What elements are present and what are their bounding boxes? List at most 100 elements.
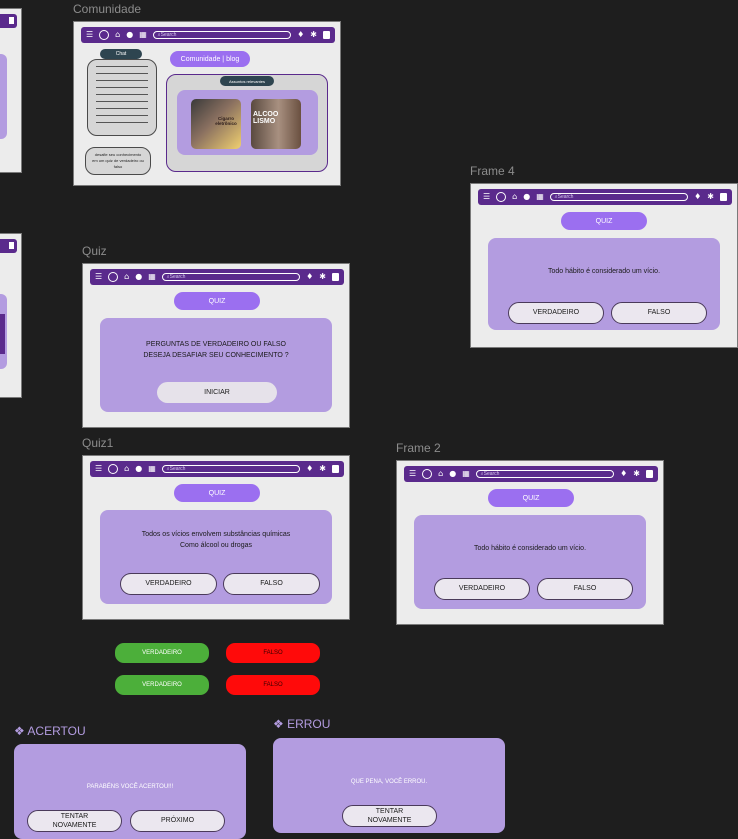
chart-icon[interactable]: ▦	[462, 470, 470, 478]
gear-icon[interactable]: ✱	[707, 193, 714, 201]
true-state-button[interactable]: VERDADEIRO	[115, 675, 209, 695]
chart-icon[interactable]: ▦	[139, 31, 147, 39]
nav-bar: ☰ ⌂ ● ▦ ⌕ Search ♦ ✱	[404, 466, 658, 482]
blog-button[interactable]: Comunidade | blog	[170, 51, 250, 67]
nav-bar: ☰ ⌂ ● ▦ ⌕ Search ♦ ✱	[478, 189, 732, 205]
logo-icon[interactable]	[99, 30, 110, 40]
frame-label-comunidade: Comunidade	[73, 2, 142, 16]
gear-icon[interactable]: ✱	[633, 470, 640, 478]
bell-icon[interactable]: ♦	[694, 193, 701, 201]
partial-card	[0, 54, 7, 139]
chat-panel[interactable]	[87, 59, 157, 136]
frame-label-frame4: Frame 4	[470, 164, 515, 178]
frame-frame4: ☰ ⌂ ● ▦ ⌕ Search ♦ ✱ QUIZ Todo hábito é …	[470, 183, 738, 348]
nav-bar: ☰ ⌂ ● ▦ ⌕ Search ♦ ✱	[90, 269, 344, 285]
logo-icon[interactable]	[422, 469, 433, 479]
quiz-pill: QUIZ	[174, 292, 260, 310]
nav-bar: ☰ ⌂ ● ▦ ⌕ Search ♦ ✱	[81, 27, 335, 43]
errou-message: QUE PENA, VOCÊ ERROU.	[350, 779, 428, 785]
exit-icon[interactable]	[720, 193, 727, 201]
location-icon[interactable]: ●	[126, 31, 133, 39]
partial-frame-bottom	[0, 233, 22, 398]
exit-icon	[9, 17, 14, 24]
true-state-button[interactable]: VERDADEIRO	[115, 643, 209, 663]
search-input[interactable]: ⌕ Search	[161, 273, 301, 281]
quiz-pill: QUIZ	[174, 484, 260, 502]
question-text: Todos os vícios envolvem substâncias quí…	[141, 531, 291, 549]
exit-icon[interactable]	[332, 273, 339, 281]
menu-icon[interactable]: ☰	[86, 31, 93, 39]
true-button[interactable]: VERDADEIRO	[120, 573, 217, 595]
frame-quiz: ☰ ⌂ ● ▦ ⌕ Search ♦ ✱ QUIZ PERGUNTAS DE V…	[82, 263, 350, 428]
gear-icon[interactable]: ✱	[310, 31, 317, 39]
challenge-text: desafie seu conhecimento em um quiz de v…	[92, 152, 144, 169]
chart-icon[interactable]: ▦	[536, 193, 544, 201]
menu-icon[interactable]: ☰	[95, 273, 102, 281]
chat-header: Chat	[100, 49, 142, 59]
chart-icon[interactable]: ▦	[148, 273, 156, 281]
false-state-button[interactable]: FALSO	[226, 643, 320, 663]
question-text: Todo hábito é considerado um vício.	[473, 545, 587, 552]
topic-card-cigarro-title: Cigarro eletrônico	[215, 116, 237, 126]
home-icon[interactable]: ⌂	[438, 470, 443, 478]
true-button[interactable]: VERDADEIRO	[434, 578, 530, 600]
false-button[interactable]: FALSO	[223, 573, 320, 595]
logo-icon[interactable]	[108, 464, 119, 474]
location-icon[interactable]: ●	[135, 465, 142, 473]
search-input[interactable]: ⌕ Search	[475, 470, 615, 478]
retry-button[interactable]: TENTAR NOVAMENTE	[27, 810, 122, 832]
menu-icon[interactable]: ☰	[483, 193, 490, 201]
frame-label-quiz1: Quiz1	[82, 436, 114, 450]
logo-icon[interactable]	[496, 192, 507, 202]
home-icon[interactable]: ⌂	[512, 193, 517, 201]
quiz-pill: QUIZ	[488, 489, 574, 507]
next-button[interactable]: PRÓXIMO	[130, 810, 225, 832]
topic-card-alcoolismo-title: ALCOOLISMO	[253, 111, 279, 125]
false-button[interactable]: FALSO	[537, 578, 633, 600]
frame-frame2: ☰ ⌂ ● ▦ ⌕ Search ♦ ✱ QUIZ Todo hábito é …	[396, 460, 664, 625]
logo-icon[interactable]	[108, 272, 119, 282]
partial-frame-top	[0, 8, 22, 173]
home-icon[interactable]: ⌂	[124, 465, 129, 473]
location-icon[interactable]: ●	[523, 193, 530, 201]
exit-icon[interactable]	[646, 470, 653, 478]
topics-header: Assuntos relevantes	[220, 76, 274, 86]
exit-icon	[9, 242, 14, 249]
exit-icon[interactable]	[332, 465, 339, 473]
acertou-label: ❖ ACERTOU	[14, 724, 86, 738]
bell-icon[interactable]: ♦	[297, 31, 304, 39]
true-button[interactable]: VERDADEIRO	[508, 302, 604, 324]
menu-icon[interactable]: ☰	[409, 470, 416, 478]
quiz-pill: QUIZ	[561, 212, 647, 230]
frame-quiz1: ☰ ⌂ ● ▦ ⌕ Search ♦ ✱ QUIZ Todos os vício…	[82, 455, 350, 620]
home-icon[interactable]: ⌂	[124, 273, 129, 281]
frame-label-frame2: Frame 2	[396, 441, 441, 455]
home-icon[interactable]: ⌂	[115, 31, 120, 39]
question-text: Todo hábito é considerado um vício.	[547, 268, 661, 275]
location-icon[interactable]: ●	[135, 273, 142, 281]
partial-accent	[0, 314, 5, 354]
topic-card-cigarro[interactable]: Cigarro eletrônico	[191, 99, 241, 149]
bell-icon[interactable]: ♦	[620, 470, 627, 478]
exit-icon[interactable]	[323, 31, 330, 39]
question-text: PERGUNTAS DE VERDADEIRO OU FALSO DESEJA …	[143, 341, 289, 359]
gear-icon[interactable]: ✱	[319, 273, 326, 281]
frame-label-quiz: Quiz	[82, 244, 107, 258]
gear-icon[interactable]: ✱	[319, 465, 326, 473]
start-button[interactable]: INICIAR	[157, 382, 277, 403]
location-icon[interactable]: ●	[449, 470, 456, 478]
search-input[interactable]: ⌕ Search	[161, 465, 301, 473]
bell-icon[interactable]: ♦	[306, 465, 313, 473]
search-input[interactable]: ⌕ Search	[152, 31, 292, 39]
topic-card-alcoolismo[interactable]: ALCOOLISMO	[251, 99, 301, 149]
acertou-message: PARABÉNS VOCÊ ACERTOU!!!	[86, 784, 174, 790]
search-input[interactable]: ⌕ Search	[549, 193, 689, 201]
bell-icon[interactable]: ♦	[306, 273, 313, 281]
menu-icon[interactable]: ☰	[95, 465, 102, 473]
retry-button[interactable]: TENTAR NOVAMENTE	[342, 805, 437, 827]
false-state-button[interactable]: FALSO	[226, 675, 320, 695]
chart-icon[interactable]: ▦	[148, 465, 156, 473]
false-button[interactable]: FALSO	[611, 302, 707, 324]
challenge-box[interactable]: desafie seu conhecimento em um quiz de v…	[85, 147, 151, 175]
errou-label: ❖ ERROU	[273, 717, 331, 731]
